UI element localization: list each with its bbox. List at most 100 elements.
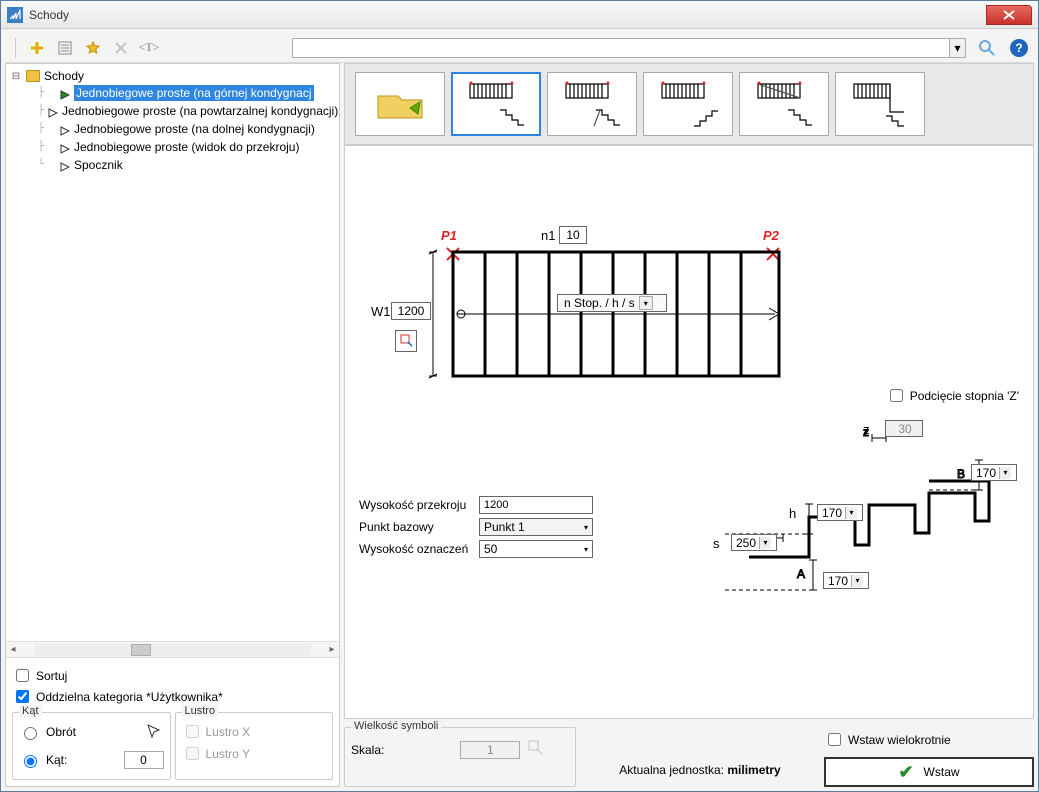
basepoint-select[interactable]: Punkt 1▾ bbox=[479, 518, 593, 536]
tree-item[interactable]: ├Jednobiegowe proste (na górnej kondygna… bbox=[38, 84, 335, 102]
insert-button[interactable]: ✔ Wstaw bbox=[824, 757, 1034, 787]
tree-horizontal-scrollbar[interactable]: ◂ ▸ bbox=[6, 641, 339, 657]
stair-mode-combo[interactable]: n Stop. / h / s ▾ bbox=[557, 294, 667, 312]
angle-radio[interactable] bbox=[24, 755, 37, 768]
tree-node-icon bbox=[60, 88, 70, 98]
thumb-stair-4[interactable] bbox=[739, 72, 829, 136]
thumb-stair-3[interactable] bbox=[643, 72, 733, 136]
mirror-y-label: Lustro Y bbox=[206, 747, 250, 761]
symbol-size-group: Wielkość symboli Skala: bbox=[344, 727, 576, 787]
drawing-canvas: P1 n1 10 P2 bbox=[344, 145, 1034, 719]
main-toolbar: <T> ▾ ? bbox=[5, 33, 1034, 63]
tree-root-label: Schody bbox=[44, 69, 84, 83]
tree-item-label: Jednobiegowe proste (widok do przekroju) bbox=[74, 139, 299, 155]
tree-item-label: Spocznik bbox=[74, 157, 123, 173]
section-drawing: z B A bbox=[699, 426, 1019, 626]
tree-root[interactable]: ⊟ Schody bbox=[10, 68, 335, 84]
z-input: 30 bbox=[885, 420, 923, 437]
a-select[interactable]: 170▾ bbox=[823, 572, 869, 589]
tree-item-label: Jednobiegowe proste (na górnej kondygnac… bbox=[74, 85, 314, 101]
label-w1: W1 bbox=[371, 304, 391, 319]
separate-category-label: Oddzielna kategoria *Użytkownika* bbox=[36, 690, 223, 704]
sort-checkbox[interactable] bbox=[16, 669, 29, 682]
help-icon[interactable]: ? bbox=[1010, 39, 1028, 57]
titlebar: Schody bbox=[1, 1, 1038, 29]
s-select[interactable]: 250▾ bbox=[731, 534, 777, 551]
tree-item[interactable]: └Spocznik bbox=[38, 156, 335, 174]
label-p2: P2 bbox=[763, 228, 779, 243]
w1-input[interactable]: 1200 bbox=[391, 302, 431, 320]
svg-text:A: A bbox=[797, 567, 805, 581]
insert-multiple-label: Wstaw wielokrotnie bbox=[848, 733, 951, 747]
text-icon[interactable]: <T> bbox=[138, 37, 160, 59]
label-n1: n1 bbox=[541, 228, 555, 243]
label-p1: P1 bbox=[441, 228, 457, 243]
label-s: s bbox=[713, 536, 720, 551]
sort-label: Sortuj bbox=[36, 669, 67, 683]
height-label: Wysokość przekroju bbox=[359, 498, 473, 512]
scale-label: Skala: bbox=[351, 743, 384, 757]
tree-node-icon bbox=[60, 124, 70, 134]
scale-pick-icon[interactable] bbox=[528, 740, 544, 759]
tree-item[interactable]: ├Jednobiegowe proste (widok do przekroju… bbox=[38, 138, 335, 156]
tree: ⊟ Schody ├Jednobiegowe proste (na górnej… bbox=[6, 64, 339, 641]
svg-text:B: B bbox=[957, 467, 965, 481]
insert-button-label: Wstaw bbox=[924, 765, 960, 779]
tree-node-icon bbox=[48, 106, 58, 116]
mirror-x-label: Lustro X bbox=[206, 725, 251, 739]
properties-icon[interactable] bbox=[54, 37, 76, 59]
separate-category-checkbox[interactable] bbox=[16, 690, 29, 703]
scale-input bbox=[460, 741, 520, 759]
angle-group: Kąt Obrót Kąt: bbox=[12, 712, 171, 780]
mirror-title: Lustro bbox=[182, 705, 219, 717]
mirror-x-checkbox bbox=[186, 725, 199, 738]
folder-icon bbox=[26, 70, 40, 82]
h-select[interactable]: 170▾ bbox=[817, 504, 863, 521]
tree-item[interactable]: ├Jednobiegowe proste (na powtarzalnej ko… bbox=[38, 102, 335, 120]
search-icon[interactable] bbox=[978, 39, 996, 57]
tree-node-icon bbox=[60, 160, 70, 170]
angle-input[interactable] bbox=[124, 751, 164, 769]
tree-item[interactable]: ├Jednobiegowe proste (na dolnej kondygna… bbox=[38, 120, 335, 138]
mirror-group: Lustro Lustro X Lustro Y bbox=[175, 712, 334, 780]
thumb-stair-2[interactable] bbox=[547, 72, 637, 136]
search-input[interactable] bbox=[292, 38, 950, 58]
angle-title: Kąt bbox=[19, 705, 42, 717]
label-z: z bbox=[863, 422, 870, 437]
rotate-label: Obrót bbox=[46, 725, 76, 739]
plan-drawing bbox=[425, 246, 795, 386]
mirror-y-checkbox bbox=[186, 747, 199, 760]
delete-icon[interactable] bbox=[110, 37, 132, 59]
current-unit: Aktualna jednostka: milimetry bbox=[584, 763, 816, 787]
add-icon[interactable] bbox=[26, 37, 48, 59]
insert-multiple-checkbox[interactable] bbox=[828, 733, 841, 746]
expand-icon[interactable]: ⊟ bbox=[10, 70, 22, 82]
thumb-stair-1[interactable] bbox=[451, 72, 541, 136]
symbol-size-title: Wielkość symboli bbox=[351, 720, 441, 732]
b-select[interactable]: 170▾ bbox=[971, 464, 1017, 481]
label-h: h bbox=[789, 506, 796, 521]
favorite-icon[interactable] bbox=[82, 37, 104, 59]
window-title: Schody bbox=[29, 8, 986, 22]
undercut-z-label: Podcięcie stopnia 'Z' bbox=[910, 389, 1019, 403]
tree-node-icon bbox=[60, 142, 70, 152]
n1-input[interactable]: 10 bbox=[559, 226, 587, 244]
undercut-z-check[interactable]: Podcięcie stopnia 'Z' bbox=[886, 386, 1019, 405]
thumb-folder[interactable] bbox=[355, 72, 445, 136]
app-icon bbox=[7, 7, 23, 23]
tree-item-label: Jednobiegowe proste (na dolnej kondygnac… bbox=[74, 121, 315, 137]
close-button[interactable] bbox=[986, 5, 1032, 25]
check-icon: ✔ bbox=[898, 762, 913, 783]
thumb-landing[interactable] bbox=[835, 72, 925, 136]
left-panel: ⊟ Schody ├Jednobiegowe proste (na górnej… bbox=[5, 63, 340, 787]
basepoint-label: Punkt bazowy bbox=[359, 520, 473, 534]
edit-tool-icon[interactable] bbox=[395, 330, 417, 352]
thumbnail-gallery bbox=[344, 63, 1034, 145]
angle-label: Kąt: bbox=[46, 753, 67, 767]
undercut-z-checkbox[interactable] bbox=[890, 389, 903, 402]
search-dropdown-arrow[interactable]: ▾ bbox=[950, 38, 966, 58]
rotate-radio[interactable] bbox=[24, 727, 37, 740]
height-input[interactable] bbox=[479, 496, 593, 514]
cursor-icon bbox=[146, 723, 164, 741]
markheight-select[interactable]: 50▾ bbox=[479, 540, 593, 558]
